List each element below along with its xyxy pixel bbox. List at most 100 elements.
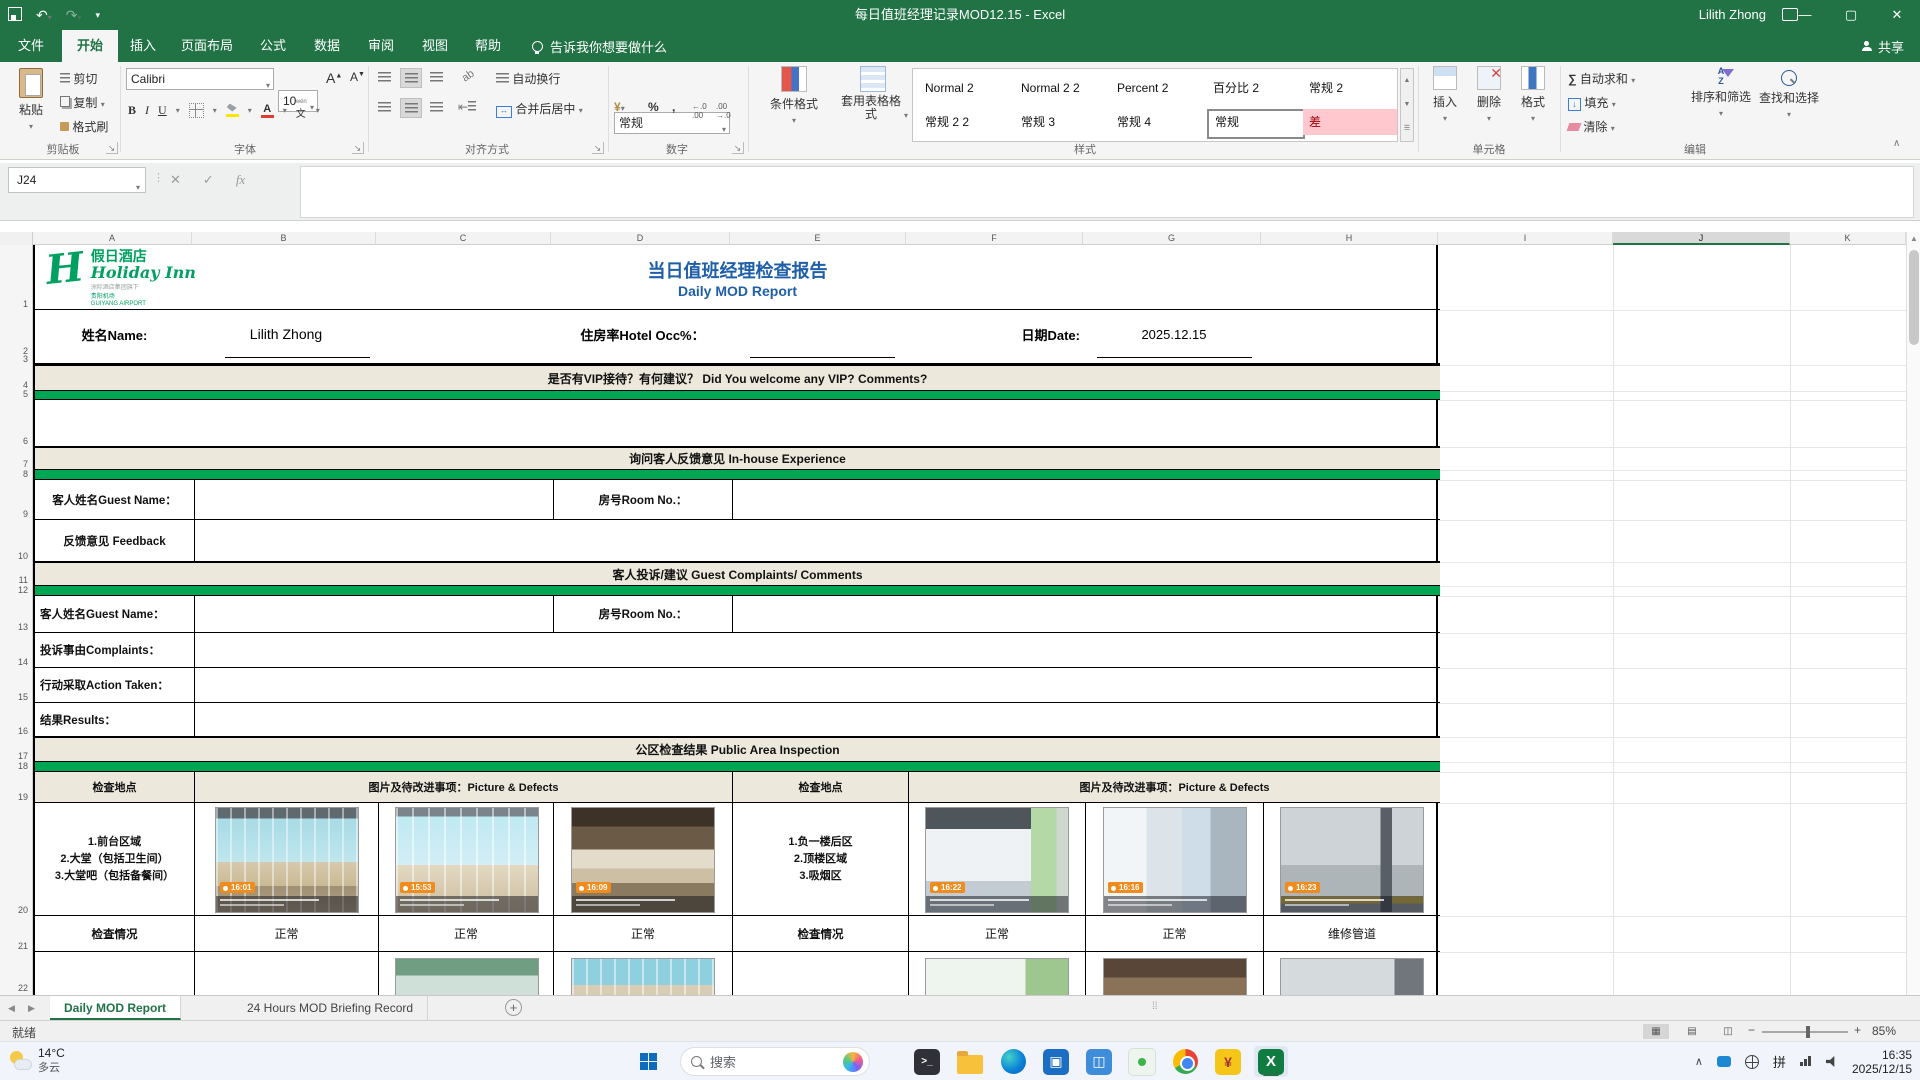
vertical-scrollbar[interactable]: ▲ <box>1906 232 1920 995</box>
section-inhouse-header[interactable]: 询问客人反馈意见 In-house Experience <box>35 447 1440 470</box>
column-header-K[interactable]: K <box>1790 232 1906 245</box>
inspection-photo-backarea-3[interactable]: 16:23 <box>1280 807 1424 913</box>
tell-me-box[interactable]: 告诉我你想要做什么 <box>532 30 667 62</box>
inspection-photo-partial[interactable] <box>395 958 539 995</box>
tab-home[interactable]: 开始 <box>62 30 118 62</box>
tab-formulas[interactable]: 公式 <box>246 30 300 62</box>
clear-button[interactable]: 清除 ▾ <box>1568 118 1615 135</box>
zoom-level[interactable]: 85% <box>1872 1024 1896 1038</box>
style-normal-selected[interactable]: 常规 <box>1207 109 1305 139</box>
column-header-B[interactable]: B <box>192 232 376 245</box>
inspection-photo-lobby-2[interactable]: 15:53 <box>395 807 539 913</box>
style-changgui3[interactable]: 常规 3 <box>1015 109 1109 135</box>
comma-style-icon[interactable]: , <box>672 100 675 114</box>
wrap-text-button[interactable]: 自动换行 <box>496 70 560 87</box>
align-left-icon[interactable] <box>374 98 396 118</box>
column-header-A[interactable]: A <box>33 232 192 245</box>
status-value-cell[interactable]: 正常 <box>378 916 553 951</box>
format-as-table-button[interactable]: 套用表格格式▾ <box>838 66 908 121</box>
room-no-label-cell[interactable]: 房号Room No.： <box>553 596 732 632</box>
empty-cells-area[interactable] <box>1438 245 1906 995</box>
tray-expand-icon[interactable]: ∧ <box>1695 1055 1703 1068</box>
ime-indicator[interactable]: 拼 <box>1773 1052 1786 1071</box>
row-header-7[interactable]: 7 <box>23 459 28 469</box>
insert-cells-button[interactable]: 插入▾ <box>1424 66 1466 124</box>
vip-answer-cell[interactable] <box>35 400 1440 447</box>
align-bottom-icon[interactable] <box>426 68 448 88</box>
results-label-cell[interactable]: 结果Results： <box>35 703 194 736</box>
row-header-1[interactable]: 1 <box>23 299 28 309</box>
inspection-photo-lobby-1[interactable]: 16:01 <box>215 807 359 913</box>
inspection-photo-backarea-1[interactable]: 16:22 <box>925 807 1069 913</box>
accounting-format-icon[interactable]: ¥▾ <box>614 100 625 114</box>
select-all-corner[interactable] <box>0 232 33 245</box>
taskbar-file-explorer[interactable] <box>953 1046 987 1077</box>
style-changgui4[interactable]: 常规 4 <box>1111 109 1205 135</box>
tab-insert[interactable]: 插入 <box>118 30 168 62</box>
page-break-view-icon[interactable]: ◫ <box>1715 1024 1741 1039</box>
row-header-19[interactable]: 19 <box>18 792 28 802</box>
inspection-photo-lobby-bar[interactable]: 16:09 <box>571 807 715 913</box>
name-value-cell[interactable]: Lilith Zhong <box>194 310 378 358</box>
right-locations-cell[interactable]: 1.负一楼后区2.顶楼区域3.吸烟区 <box>732 803 908 915</box>
orientation-icon[interactable]: ab <box>460 68 477 85</box>
fill-button[interactable]: ↓ 填充 ▾ <box>1568 94 1616 111</box>
inspection-photo-backarea-2[interactable]: 16:16 <box>1103 807 1247 913</box>
align-center-icon[interactable] <box>400 98 422 118</box>
row-header-10[interactable]: 10 <box>18 551 28 561</box>
decrease-decimal-icon[interactable]: .00→.0 <box>716 102 731 120</box>
zoom-slider[interactable] <box>1762 1031 1848 1033</box>
column-header-F[interactable]: F <box>906 232 1083 245</box>
clipboard-dialog-launcher-icon[interactable]: ↘ <box>106 142 118 154</box>
tray-globe-icon[interactable] <box>1745 1055 1759 1069</box>
status-label-cell[interactable]: 检查情况 <box>732 916 908 951</box>
section-public-area-header[interactable]: 公区检查结果 Public Area Inspection <box>35 737 1440 762</box>
confirm-entry-icon[interactable]: ✓ <box>203 172 214 188</box>
bold-button[interactable]: B <box>128 103 136 118</box>
insert-function-icon[interactable]: fx <box>236 172 245 188</box>
styles-gallery-scroll[interactable]: ▲▼☰ <box>1400 68 1414 142</box>
tray-chat-icon[interactable] <box>1717 1056 1731 1067</box>
status-value-cell[interactable]: 正常 <box>1085 916 1263 951</box>
occupancy-label-cell[interactable]: 住房率Hotel Occ%： <box>553 310 732 358</box>
zoom-slider-thumb[interactable] <box>1806 1026 1810 1038</box>
row-header-14[interactable]: 14 <box>18 657 28 667</box>
delete-cells-button[interactable]: ✕ 删除▾ <box>1468 66 1510 124</box>
location-header-cell[interactable]: 检查地点 <box>35 772 194 802</box>
room-no-value-cell[interactable] <box>732 480 1440 519</box>
style-bad[interactable]: 差 <box>1303 109 1397 135</box>
format-painter-button[interactable]: 格式刷 <box>60 118 108 135</box>
feedback-value-cell[interactable] <box>194 520 1440 561</box>
tab-file[interactable]: 文件 <box>0 30 62 62</box>
inspection-photo-partial[interactable] <box>925 958 1069 995</box>
vertical-scroll-thumb[interactable] <box>1909 250 1919 345</box>
normal-view-icon[interactable]: ▦ <box>1643 1024 1669 1039</box>
namebox-splitter[interactable]: ⋮ <box>153 171 164 184</box>
decrease-indent-icon[interactable]: ⇤ <box>458 100 476 114</box>
row-header-22[interactable]: 22 <box>18 983 28 993</box>
date-label-cell[interactable]: 日期Date: <box>908 310 1080 358</box>
row-header-11[interactable]: 11 <box>19 575 28 585</box>
new-sheet-icon[interactable]: + <box>505 999 522 1016</box>
weather-widget[interactable]: 14°C多云 <box>8 1046 65 1075</box>
action-taken-value-cell[interactable] <box>194 668 1440 702</box>
status-value-cell[interactable]: 正常 <box>194 916 378 951</box>
merge-center-button[interactable]: ↔ 合并后居中 ▾ <box>496 100 583 118</box>
tab-split-handle[interactable]: ⁞⁞ <box>1152 1001 1158 1012</box>
section-vip-header[interactable]: 是否有VIP接待？有何建议？ Did You welcome any VIP? … <box>35 365 1440 391</box>
increase-font-icon[interactable]: A▲ <box>326 70 342 86</box>
status-label-cell[interactable]: 检查情况 <box>35 916 194 951</box>
align-middle-icon[interactable] <box>400 68 422 88</box>
style-percent2[interactable]: Percent 2 <box>1111 75 1205 101</box>
formula-input[interactable] <box>300 166 1914 218</box>
column-header-E[interactable]: E <box>730 232 906 245</box>
find-select-button[interactable]: 查找和选择▾ <box>1756 66 1822 120</box>
row-header-12[interactable]: 12 <box>18 585 28 595</box>
volume-icon[interactable] <box>1826 1056 1838 1067</box>
date-value-cell[interactable]: 2025.12.15 <box>1085 310 1263 358</box>
network-icon[interactable] <box>1800 1053 1812 1071</box>
status-value-cell[interactable]: 正常 <box>908 916 1085 951</box>
page-layout-view-icon[interactable]: ▤ <box>1679 1024 1705 1039</box>
taskbar-edge[interactable] <box>996 1046 1030 1077</box>
taskbar-excel[interactable]: X <box>1254 1046 1288 1077</box>
